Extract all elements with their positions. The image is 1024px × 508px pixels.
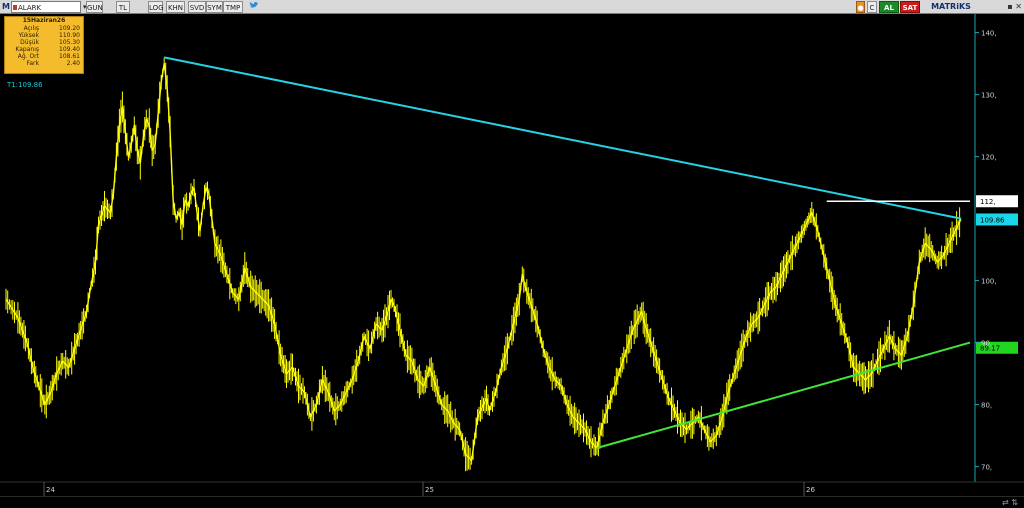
info-value: 109.40 <box>59 46 80 53</box>
info-row-high: Yüksek 110.90 <box>5 32 83 39</box>
info-value: 108.61 <box>59 53 80 60</box>
info-label: Düşük <box>20 39 39 46</box>
brand-logo: MATRiKS <box>931 2 971 11</box>
toolbar: M ALARK ▾ GUN TL LOG KHN SVD SYM TMP ● C… <box>0 0 1024 14</box>
sym-button[interactable]: SYM <box>206 1 223 13</box>
y-tick-label: 80, <box>981 402 992 410</box>
last-value-label: T1:109.86 <box>7 81 43 89</box>
khn-button[interactable]: KHN <box>166 1 185 13</box>
alert-icon[interactable]: ● <box>856 1 865 13</box>
symbol-label: ALARK <box>18 4 42 12</box>
sell-button[interactable]: SAT <box>900 1 920 13</box>
y-tick-label: 120, <box>981 154 997 162</box>
info-row-change: Fark 2.40 <box>5 60 83 67</box>
info-label: Açılış <box>23 25 39 32</box>
symbol-color-swatch <box>13 5 17 10</box>
x-tick-label: 24 <box>46 486 55 494</box>
price-chart[interactable]: 112,109.8689.17 140,130,120,100,90,80,70… <box>0 14 1024 496</box>
info-value: 105.30 <box>59 39 80 46</box>
y-tick-label: 90, <box>981 340 992 348</box>
trendlines[interactable] <box>163 56 971 449</box>
price-marker-label: 109.86 <box>980 216 1005 224</box>
price-bars <box>5 57 961 472</box>
info-label: Ağ. Ort <box>17 53 39 60</box>
info-row-low: Düşük 105.30 <box>5 39 83 46</box>
currency-button[interactable]: TL <box>116 1 130 13</box>
info-row-open: Açılış 109.20 <box>5 25 83 32</box>
info-label: Yüksek <box>18 32 39 39</box>
buy-button[interactable]: AL <box>879 1 899 13</box>
support-trendline[interactable] <box>596 341 971 449</box>
period-button[interactable]: GUN <box>86 1 103 13</box>
chart-axes <box>0 14 1024 483</box>
scroll-controls-icon[interactable]: ⇄ ⇅ <box>1002 498 1018 507</box>
info-row-avg: Ağ. Ort 108.61 <box>5 53 83 60</box>
info-date: 15Haziran26 <box>22 17 66 24</box>
y-tick-label: 70, <box>981 464 992 472</box>
info-label: Fark <box>26 60 39 67</box>
twitter-icon[interactable] <box>248 1 260 13</box>
info-value: 110.90 <box>59 32 80 39</box>
info-value: 2.40 <box>66 60 80 67</box>
x-tick-label: 25 <box>425 486 434 494</box>
info-label: Kapanış <box>15 46 39 53</box>
y-tick-label: 140, <box>981 30 997 38</box>
info-value: 109.20 <box>59 25 80 32</box>
svd-button[interactable]: SVD <box>188 1 206 13</box>
price-marker-label: 112, <box>980 198 996 206</box>
chart-window: M ALARK ▾ GUN TL LOG KHN SVD SYM TMP ● C… <box>0 0 1024 508</box>
log-scale-button[interactable]: LOG <box>148 1 164 13</box>
x-tick-label: 26 <box>806 486 815 494</box>
y-tick-label: 100, <box>981 278 997 286</box>
y-tick-label: 130, <box>981 92 997 100</box>
resistance-trendline[interactable] <box>163 56 962 220</box>
info-row-close: Kapanış 109.40 <box>5 46 83 53</box>
tmp-button[interactable]: TMP <box>223 1 243 13</box>
app-logo: M <box>2 2 10 11</box>
axis-ticks: 140, 130, 120, 100, 90, 80, 70, 24 25 26 <box>43 30 997 496</box>
status-bar: ⇄ ⇅ <box>0 496 1024 508</box>
c-button[interactable]: C <box>867 1 877 13</box>
ohlc-info-panel: 15Haziran26 Açılış 109.20 Yüksek 110.90 Dü… <box>4 16 84 74</box>
price-markers: 112,109.8689.17 <box>976 195 1018 354</box>
symbol-input[interactable]: ALARK <box>11 1 81 13</box>
window-controls[interactable]: ▪ ✕ <box>988 1 1022 13</box>
price-series <box>5 57 962 472</box>
